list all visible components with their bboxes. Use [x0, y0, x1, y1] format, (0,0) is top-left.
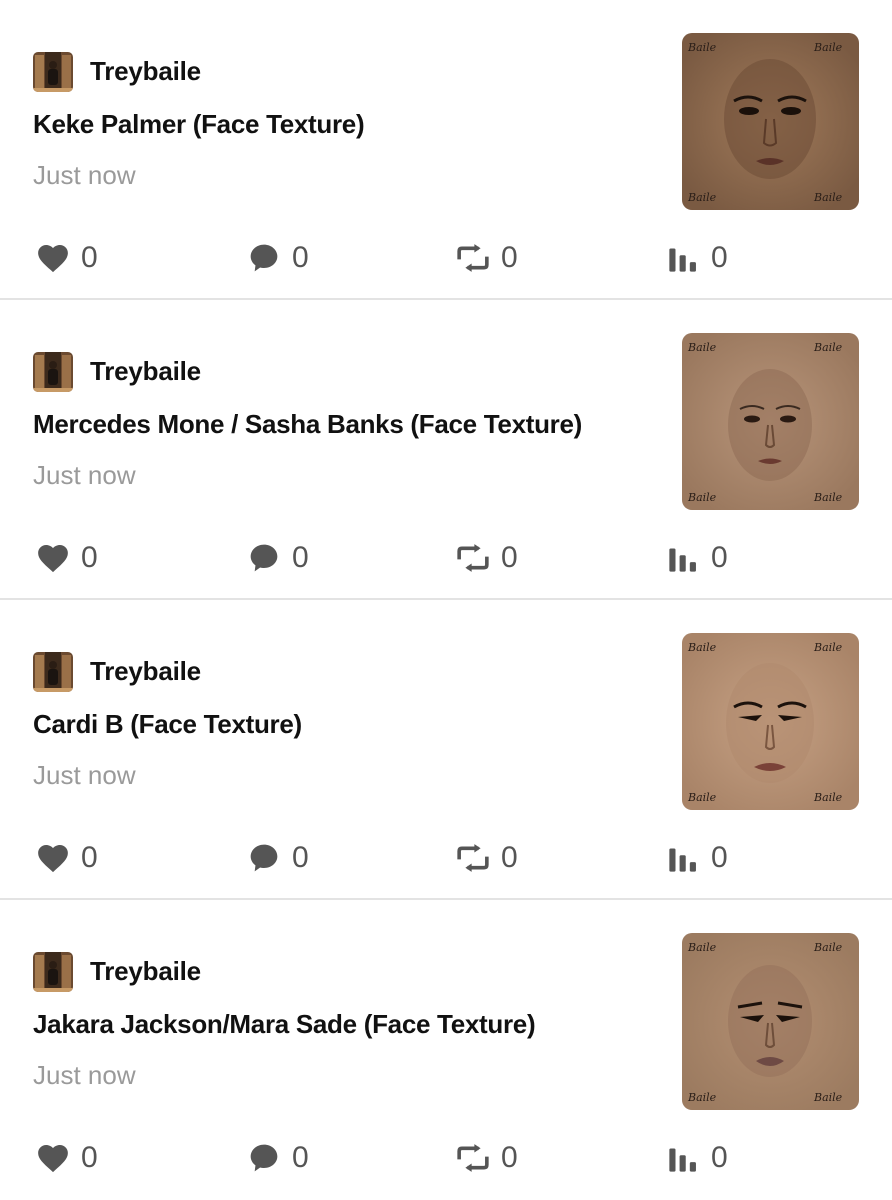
views-button[interactable]: 0: [665, 536, 728, 580]
views-button[interactable]: 0: [665, 1136, 728, 1180]
repost-button[interactable]: 0: [455, 836, 518, 880]
svg-text:Baile: Baile: [813, 491, 843, 504]
username[interactable]: Treybaile: [90, 56, 201, 87]
repost-count: 0: [501, 541, 518, 574]
comment-count: 0: [292, 841, 309, 874]
post-title[interactable]: Keke Palmer (Face Texture): [33, 109, 365, 140]
heart-icon: [35, 1140, 71, 1176]
post-actions: 0 0 0 0: [0, 836, 892, 880]
views-count: 0: [711, 541, 728, 574]
post-timestamp: Just now: [33, 160, 136, 190]
comment-button[interactable]: 0: [246, 536, 309, 580]
post-title[interactable]: Mercedes Mone / Sasha Banks (Face Textur…: [33, 409, 582, 440]
post-card[interactable]: Treybaile Mercedes Mone / Sasha Banks (F…: [0, 300, 892, 600]
comment-bubble-icon: [246, 540, 282, 576]
svg-text:Baile: Baile: [687, 191, 717, 204]
like-count: 0: [81, 241, 98, 274]
comment-button[interactable]: 0: [246, 236, 309, 280]
svg-text:Baile: Baile: [813, 1091, 843, 1104]
repost-count: 0: [501, 841, 518, 874]
post-thumbnail[interactable]: Baile Baile Baile Baile: [682, 933, 859, 1110]
comment-button[interactable]: 0: [246, 836, 309, 880]
repost-icon: [455, 840, 491, 876]
avatar[interactable]: [33, 352, 73, 392]
post-timestamp: Just now: [33, 460, 136, 490]
repost-count: 0: [501, 1141, 518, 1174]
username[interactable]: Treybaile: [90, 656, 201, 687]
post-actions: 0 0 0 0: [0, 1136, 892, 1180]
comment-bubble-icon: [246, 840, 282, 876]
svg-text:Baile: Baile: [687, 941, 717, 954]
views-count: 0: [711, 1141, 728, 1174]
svg-text:Baile: Baile: [813, 191, 843, 204]
bar-chart-icon: [665, 840, 701, 876]
views-button[interactable]: 0: [665, 236, 728, 280]
avatar[interactable]: [33, 52, 73, 92]
post-thumbnail[interactable]: Baile Baile Baile Baile: [682, 33, 859, 210]
comment-count: 0: [292, 1141, 309, 1174]
svg-text:Baile: Baile: [813, 341, 843, 354]
post-card[interactable]: Treybaile Jakara Jackson/Mara Sade (Face…: [0, 900, 892, 1200]
post-thumbnail[interactable]: Baile Baile Baile Baile: [682, 333, 859, 510]
bar-chart-icon: [665, 240, 701, 276]
post-card[interactable]: Treybaile Keke Palmer (Face Texture) Jus…: [0, 0, 892, 300]
like-count: 0: [81, 541, 98, 574]
repost-button[interactable]: 0: [455, 536, 518, 580]
post-thumbnail[interactable]: Baile Baile Baile Baile: [682, 633, 859, 810]
like-count: 0: [81, 1141, 98, 1174]
views-count: 0: [711, 841, 728, 874]
post-timestamp: Just now: [33, 1060, 136, 1090]
repost-icon: [455, 240, 491, 276]
post-feed: Treybaile Keke Palmer (Face Texture) Jus…: [0, 0, 892, 1200]
repost-button[interactable]: 0: [455, 1136, 518, 1180]
views-button[interactable]: 0: [665, 836, 728, 880]
post-card[interactable]: Treybaile Cardi B (Face Texture) Just no…: [0, 600, 892, 900]
like-button[interactable]: 0: [35, 536, 98, 580]
post-title[interactable]: Cardi B (Face Texture): [33, 709, 302, 740]
post-actions: 0 0 0 0: [0, 236, 892, 280]
svg-text:Baile: Baile: [813, 641, 843, 654]
svg-text:Baile: Baile: [687, 341, 717, 354]
post-actions: 0 0 0 0: [0, 536, 892, 580]
svg-text:Baile: Baile: [687, 1091, 717, 1104]
like-button[interactable]: 0: [35, 1136, 98, 1180]
like-button[interactable]: 0: [35, 236, 98, 280]
username[interactable]: Treybaile: [90, 356, 201, 387]
post-timestamp: Just now: [33, 760, 136, 790]
comment-count: 0: [292, 241, 309, 274]
post-title[interactable]: Jakara Jackson/Mara Sade (Face Texture): [33, 1009, 536, 1040]
repost-icon: [455, 540, 491, 576]
svg-text:Baile: Baile: [813, 41, 843, 54]
heart-icon: [35, 240, 71, 276]
views-count: 0: [711, 241, 728, 274]
avatar[interactable]: [33, 652, 73, 692]
like-button[interactable]: 0: [35, 836, 98, 880]
like-count: 0: [81, 841, 98, 874]
comment-count: 0: [292, 541, 309, 574]
heart-icon: [35, 540, 71, 576]
repost-count: 0: [501, 241, 518, 274]
comment-bubble-icon: [246, 1140, 282, 1176]
comment-button[interactable]: 0: [246, 1136, 309, 1180]
svg-text:Baile: Baile: [687, 41, 717, 54]
repost-button[interactable]: 0: [455, 236, 518, 280]
repost-icon: [455, 1140, 491, 1176]
comment-bubble-icon: [246, 240, 282, 276]
username[interactable]: Treybaile: [90, 956, 201, 987]
svg-text:Baile: Baile: [687, 641, 717, 654]
heart-icon: [35, 840, 71, 876]
svg-text:Baile: Baile: [687, 491, 717, 504]
svg-text:Baile: Baile: [813, 791, 843, 804]
bar-chart-icon: [665, 1140, 701, 1176]
svg-text:Baile: Baile: [813, 941, 843, 954]
bar-chart-icon: [665, 540, 701, 576]
avatar[interactable]: [33, 952, 73, 992]
svg-text:Baile: Baile: [687, 791, 717, 804]
